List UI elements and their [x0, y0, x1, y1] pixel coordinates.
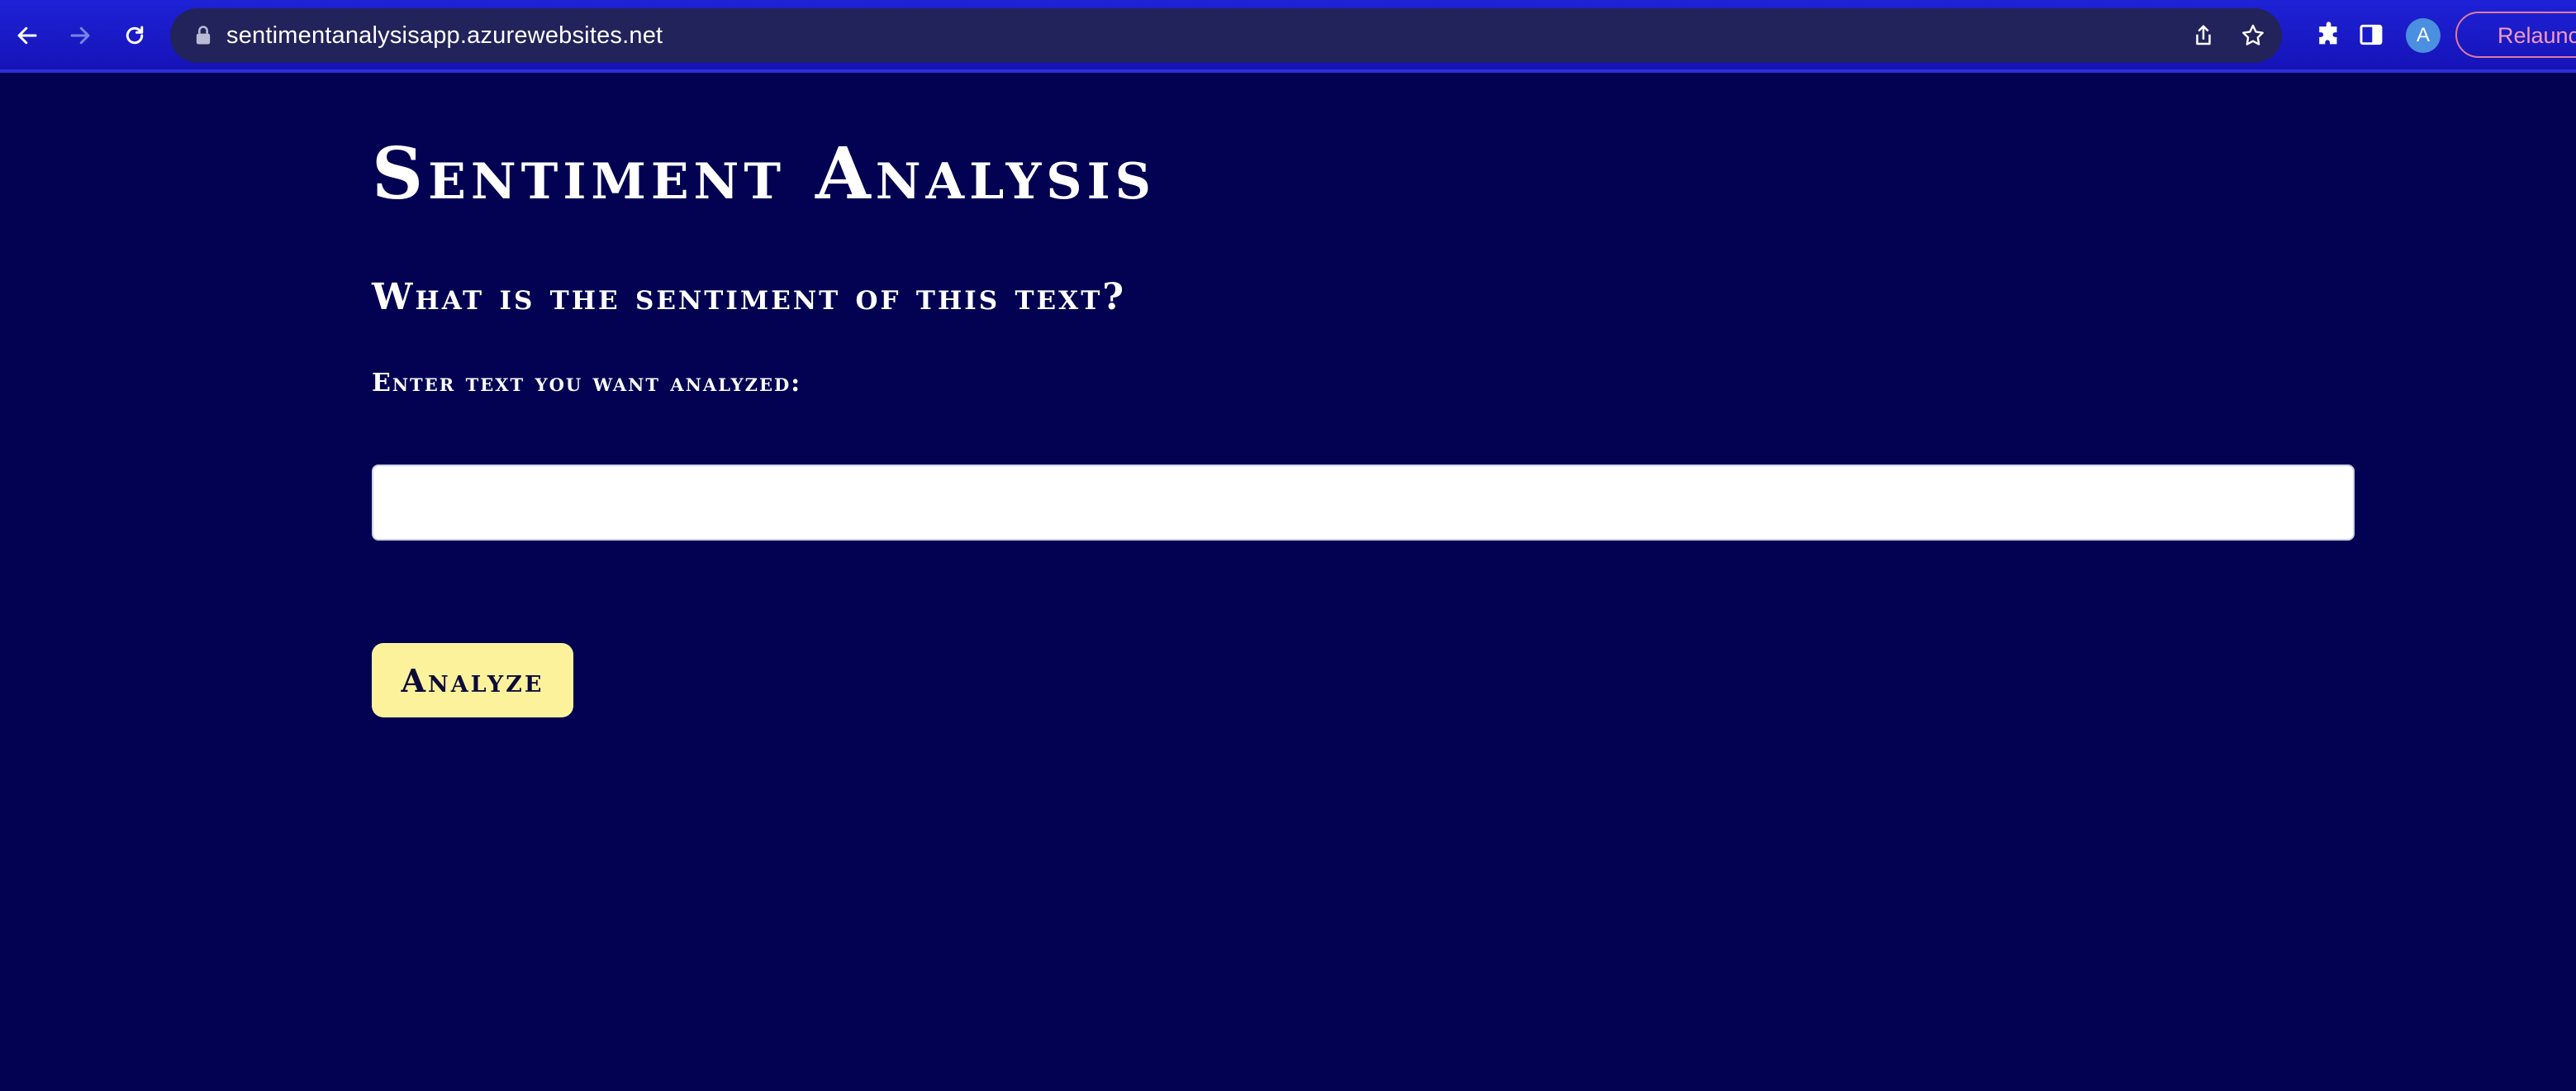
reload-button[interactable] — [116, 17, 154, 55]
forward-button[interactable] — [61, 17, 99, 55]
text-input-label: Enter text you want analyzed: — [372, 369, 802, 398]
star-icon — [2242, 24, 2264, 45]
toolbar-divider — [0, 69, 2576, 73]
back-button[interactable] — [8, 17, 46, 55]
share-icon — [2196, 25, 2211, 45]
profile-avatar[interactable]: A — [2406, 18, 2441, 53]
side-panel-icon — [2360, 24, 2383, 45]
side-panel-button[interactable] — [2353, 17, 2389, 53]
sentiment-text-input[interactable] — [372, 465, 2355, 541]
analyze-button[interactable]: Analyze — [372, 643, 573, 717]
forward-arrow-icon — [70, 26, 90, 45]
address-bar[interactable]: sentimentanalysisapp.azurewebsites.net — [170, 8, 2282, 63]
url-text[interactable]: sentimentanalysisapp.azurewebsites.net — [226, 8, 663, 63]
extensions-puzzle-icon — [2319, 21, 2337, 45]
lock-icon[interactable] — [192, 24, 215, 47]
extensions-button[interactable] — [2312, 17, 2348, 53]
page-title: Sentiment Analysis — [372, 132, 1157, 216]
reload-icon — [126, 26, 144, 45]
relaunch-button[interactable]: Relaunch — [2455, 12, 2576, 58]
back-arrow-icon — [17, 26, 37, 45]
browser-toolbar: sentimentanalysisapp.azurewebsites.net A… — [0, 0, 2576, 69]
share-button[interactable] — [2188, 20, 2219, 51]
sentiment-question-heading: What is the sentiment of this text? — [372, 276, 1127, 318]
bookmark-button[interactable] — [2237, 20, 2269, 51]
